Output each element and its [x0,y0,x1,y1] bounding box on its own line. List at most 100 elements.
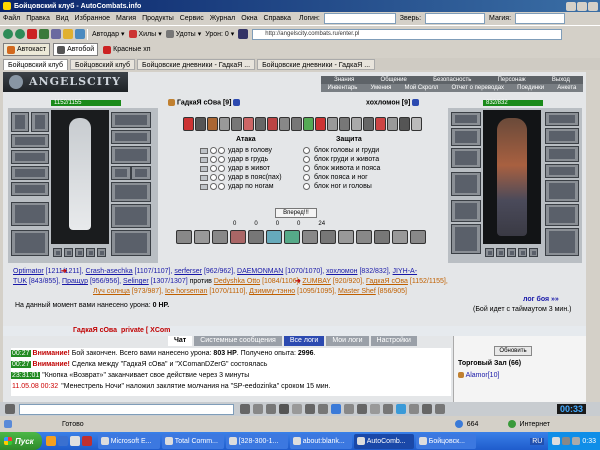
taskbar-item-5[interactable]: Бойцовск... [415,433,476,449]
chat-settings-icon[interactable] [5,404,15,414]
nav-top-item-1[interactable]: Общение [381,76,407,84]
damage-indicator[interactable]: Урон: 0 ▾ [203,28,236,41]
left-equip-slot[interactable] [11,134,49,148]
menu-item-8[interactable]: Окна [241,15,257,22]
skill-icon[interactable] [284,230,300,244]
attack-radio[interactable] [218,183,225,190]
chat-tab-4[interactable]: Настройки [370,336,417,346]
menu-item-7[interactable]: Журнал [210,15,236,22]
language-indicator[interactable]: RU [530,437,545,445]
left-equip-slot[interactable] [111,182,151,202]
quicklaunch-icon[interactable] [69,436,80,446]
right-equip-slot[interactable] [485,248,494,257]
left-equip-slot[interactable] [11,182,49,196]
fighter-name[interactable]: Optimator [13,268,44,275]
fighter-name[interactable]: Master Shef [338,288,376,295]
right-equip-slot[interactable] [451,128,481,146]
skill-icon[interactable] [392,230,408,244]
magic-select[interactable] [515,13,566,24]
left-equip-slot[interactable] [111,166,131,180]
effect-icon[interactable] [243,117,254,131]
attack-option-4[interactable]: удар по ногам [200,182,300,191]
effect-icon[interactable] [255,117,266,131]
back-icon[interactable] [3,29,13,39]
go-button[interactable]: Вперед!!! [275,208,317,218]
chat-tab-2[interactable]: Все логи [283,336,325,346]
effect-icon[interactable] [363,117,374,131]
left-equip-slot[interactable] [64,248,73,257]
chat-tool-icon[interactable] [370,404,380,414]
fighter-name[interactable]: ZUMBAY [302,278,331,285]
effect-icon[interactable] [351,117,362,131]
skill-icon[interactable] [266,230,282,244]
chat-tool-icon[interactable] [435,404,445,414]
left-equip-slot[interactable] [86,248,95,257]
left-equip-slot[interactable] [111,204,151,228]
beast-select[interactable] [425,13,486,24]
chat-tool-icon[interactable] [331,404,341,414]
effect-icon[interactable] [327,117,338,131]
forward-icon[interactable] [15,29,25,39]
skill-icon[interactable] [320,230,336,244]
tray-icon[interactable] [562,437,571,445]
right-equip-slot[interactable] [545,164,579,178]
battle-log-link[interactable]: лог боя »» [523,296,559,303]
attack-radio[interactable] [218,147,225,154]
fighter-name[interactable]: JIYH-A- [393,268,418,275]
minimize-icon[interactable] [566,1,576,11]
effect-icon[interactable] [339,117,350,131]
fighter-name[interactable]: Дзимму-тэнно [249,288,295,295]
skill-icon[interactable] [176,230,192,244]
left-equip-slot[interactable] [11,150,49,164]
defense-radio[interactable] [303,183,310,190]
effect-icon[interactable] [267,117,278,131]
chat-tool-icon[interactable] [344,404,354,414]
nav-bottom-item-5[interactable]: Анкета [557,84,576,92]
skill-icon[interactable] [194,230,210,244]
defense-radio[interactable] [303,147,310,154]
left-equip-slot[interactable] [11,230,49,256]
effect-icon[interactable] [231,117,242,131]
fighter-name[interactable]: Crash-asechka [86,268,133,275]
effect-icon[interactable] [195,117,206,131]
attack-radio[interactable] [210,165,217,172]
effect-icon[interactable] [207,117,218,131]
menu-item-6[interactable]: Сервис [180,15,204,22]
fighter-name[interactable]: Ice horseman [165,288,207,295]
left-equip-slot[interactable] [11,166,49,180]
skill-icon[interactable] [248,230,264,244]
effect-icon[interactable] [291,117,302,131]
right-equip-slot[interactable] [451,200,481,222]
left-equip-slot[interactable] [31,112,49,132]
info-icon[interactable] [412,99,420,106]
nav-bottom-item-0[interactable]: Инвентарь [328,84,358,92]
attack-radio[interactable] [218,156,225,163]
autoboy-button[interactable]: Автобой [53,43,99,56]
defense-option-1[interactable]: блок груди и живота [303,155,413,164]
attack-radio[interactable] [210,174,217,181]
skill-icon[interactable] [230,230,246,244]
browser-tab-0[interactable]: Бойцовский клуб [3,58,69,70]
favorites-icon[interactable] [63,29,73,39]
left-equip-slot[interactable] [111,146,151,164]
fighter-name[interactable]: Dedyshka Otto [214,278,260,285]
browser-tab-3[interactable]: Бойцовские дневники - ГадкаЯ ... [257,58,376,70]
left-equip-slot[interactable] [75,248,84,257]
effect-icon[interactable] [375,117,386,131]
fighter-name[interactable]: Selinger [123,278,149,285]
chat-tool-icon[interactable] [253,404,263,414]
nav-bottom-item-2[interactable]: Мой Скролл [405,84,439,92]
attack-option-1[interactable]: удар в грудь [200,155,300,164]
defense-radio[interactable] [303,165,310,172]
stop-icon[interactable] [27,29,37,39]
left-equip-slot[interactable] [11,202,49,226]
fighter-name[interactable]: Пращур [62,278,88,285]
effect-icon[interactable] [387,117,398,131]
chat-tab-1[interactable]: Системные сообщения [194,336,282,346]
right-equip-slot[interactable] [545,180,579,202]
history-icon[interactable] [75,29,85,39]
taskbar-item-3[interactable]: about:blank... [289,433,352,449]
start-button[interactable]: Пуск [0,432,42,450]
left-equip-slot[interactable] [97,248,106,257]
right-equip-slot[interactable] [545,204,579,226]
